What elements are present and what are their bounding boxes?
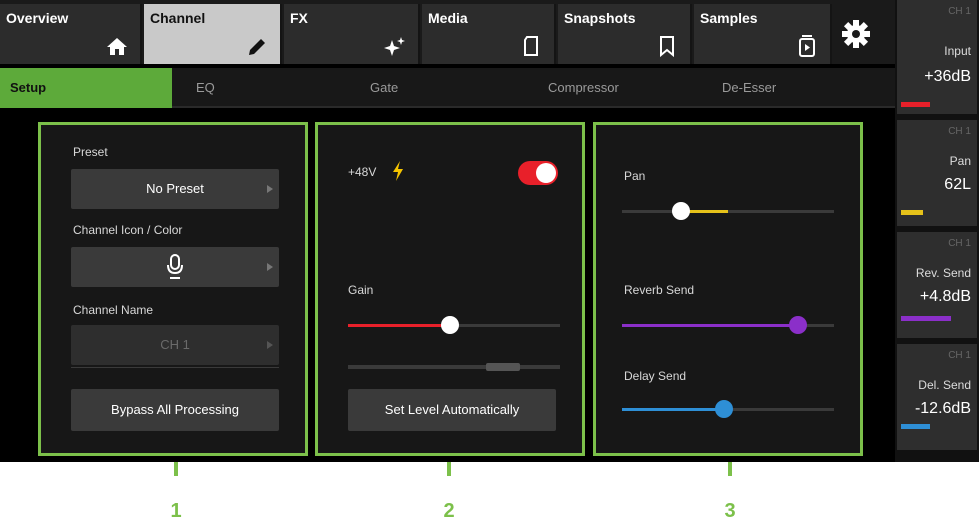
preset-selector[interactable]: No Preset <box>71 169 279 209</box>
callout-number-2: 2 <box>443 500 455 522</box>
microphone-icon <box>167 254 183 279</box>
sub-tab-bar: Setup EQ Gate Compressor De-Esser <box>0 68 895 108</box>
strip-input-name: Input <box>944 44 971 58</box>
delay-send-label: Delay Send <box>624 369 687 383</box>
strip-input-bar <box>901 102 930 107</box>
tab-channel-label: Channel <box>150 10 206 26</box>
arrow-right-icon <box>267 263 273 271</box>
subtab-gate[interactable]: Gate <box>370 68 398 108</box>
strip-channel-label: CH 1 <box>948 126 971 137</box>
strip-reverb-send[interactable]: CH 1 Rev. Send +4.8dB <box>897 232 977 340</box>
reverb-fill <box>622 324 798 327</box>
tab-overview-label: Overview <box>6 10 69 26</box>
sparkle-icon <box>384 37 405 56</box>
strip-pan[interactable]: CH 1 Pan 62L <box>897 120 977 228</box>
strip-channel-label: CH 1 <box>948 6 971 17</box>
subtab-setup[interactable]: Setup <box>0 68 172 108</box>
callout-line-2 <box>447 462 451 476</box>
strip-delay-name: Del. Send <box>918 378 971 392</box>
sample-pad-icon <box>799 35 815 57</box>
strip-input[interactable]: CH 1 Input +36dB <box>897 0 977 116</box>
strip-pan-name: Pan <box>949 154 971 168</box>
strip-channel-label: CH 1 <box>948 238 971 249</box>
reverb-knob[interactable] <box>788 316 807 334</box>
tab-channel[interactable]: Channel <box>144 4 282 64</box>
tab-fx[interactable]: FX <box>284 4 420 64</box>
gear-icon[interactable] <box>840 18 872 50</box>
home-icon <box>107 38 127 55</box>
strip-reverb-bar <box>901 316 952 321</box>
preset-label: Preset <box>73 145 108 159</box>
channel-strip: CH 1 Input +36dB CH 1 Pan 62L CH 1 Rev. … <box>895 0 979 462</box>
tab-samples-label: Samples <box>700 10 758 26</box>
delay-fill <box>622 408 724 411</box>
delay-knob[interactable] <box>714 400 733 418</box>
strip-delay-send[interactable]: CH 1 Del. Send -12.6dB <box>897 344 977 452</box>
set-level-automatically-button[interactable]: Set Level Automatically <box>348 389 556 431</box>
strip-delay-value: -12.6dB <box>914 400 971 417</box>
strip-delay-bar <box>901 424 930 429</box>
pan-label: Pan <box>624 169 646 183</box>
sd-card-icon <box>524 36 538 56</box>
tab-overview[interactable]: Overview <box>0 4 142 64</box>
gain-slider[interactable] <box>348 315 560 335</box>
tab-samples[interactable]: Samples <box>694 4 832 64</box>
callout-line-3 <box>728 462 732 476</box>
bypass-all-processing-button[interactable]: Bypass All Processing <box>71 389 279 431</box>
lightning-icon <box>393 161 403 181</box>
tab-media[interactable]: Media <box>422 4 556 64</box>
mixer-screen: Overview Channel FX Media Snapshots Samp… <box>0 0 979 462</box>
delay-send-slider[interactable] <box>622 399 834 419</box>
subtab-de-esser[interactable]: De-Esser <box>722 68 776 108</box>
channel-name-label: Channel Name <box>73 303 154 317</box>
channel-name-field[interactable]: CH 1 <box>71 325 279 365</box>
pan-slider[interactable] <box>622 201 834 221</box>
setup-panel-3: Pan Reverb Send Delay Send <box>593 122 863 456</box>
phantom-power-toggle[interactable] <box>518 161 558 185</box>
callout-line-1 <box>174 462 178 476</box>
bookmark-icon <box>660 36 674 58</box>
gain-label: Gain <box>348 283 374 297</box>
channel-icon-label: Channel Icon / Color <box>73 223 183 237</box>
pencil-icon <box>249 39 265 55</box>
gain-meter-marker <box>486 363 520 371</box>
phantom-power-label: +48V <box>348 165 377 179</box>
tab-media-label: Media <box>428 10 468 26</box>
tab-fx-label: FX <box>290 10 308 26</box>
strip-reverb-value: +4.8dB <box>919 288 971 305</box>
reverb-send-slider[interactable] <box>622 315 834 335</box>
callout-number-1: 1 <box>170 500 182 522</box>
arrow-right-icon <box>267 341 273 349</box>
toggle-knob <box>536 163 556 183</box>
arrow-right-icon <box>267 185 273 193</box>
divider <box>71 367 279 368</box>
subtab-compressor[interactable]: Compressor <box>548 68 619 108</box>
gain-fill <box>348 324 450 327</box>
strip-pan-bar <box>901 210 923 215</box>
channel-icon-selector[interactable] <box>71 247 279 287</box>
strip-reverb-name: Rev. Send <box>915 266 971 280</box>
setup-panel-2: +48V Gain Set Level Automatically <box>315 122 585 456</box>
gain-meter <box>348 363 560 371</box>
channel-name-value: CH 1 <box>160 337 190 352</box>
pan-track <box>622 210 834 213</box>
strip-pan-value: 62L <box>944 176 971 193</box>
setup-panel-1: Preset No Preset Channel Icon / Color Ch… <box>38 122 308 456</box>
top-tab-bar: Overview Channel FX Media Snapshots Samp… <box>0 0 895 64</box>
reverb-send-label: Reverb Send <box>624 283 695 297</box>
strip-channel-label: CH 1 <box>948 350 971 361</box>
pan-knob[interactable] <box>672 202 691 220</box>
strip-input-value: +36dB <box>924 68 971 85</box>
preset-value: No Preset <box>146 181 204 196</box>
callout-number-3: 3 <box>724 500 736 522</box>
subtab-eq[interactable]: EQ <box>196 68 215 108</box>
tab-snapshots-label: Snapshots <box>564 10 636 26</box>
gain-knob[interactable] <box>440 316 459 334</box>
tab-snapshots[interactable]: Snapshots <box>558 4 692 64</box>
